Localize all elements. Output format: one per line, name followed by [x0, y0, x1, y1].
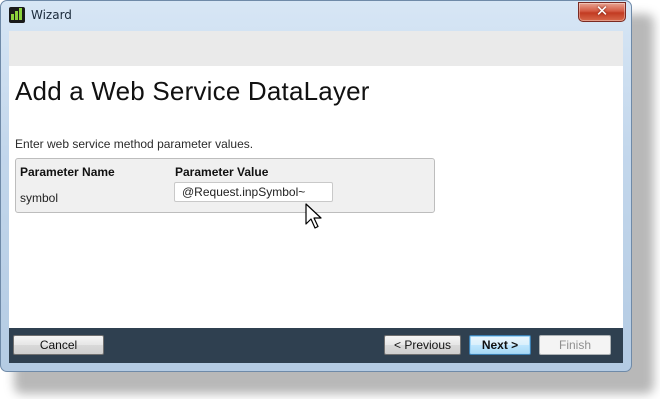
previous-button[interactable]: < Previous	[384, 335, 461, 355]
wizard-content: Add a Web Service DataLayer Enter web se…	[9, 31, 623, 363]
close-icon: ✕	[595, 2, 609, 20]
window-title: Wizard	[31, 8, 72, 22]
finish-button: Finish	[539, 335, 611, 355]
header-banner	[9, 31, 623, 66]
parameter-value-input[interactable]	[174, 182, 333, 202]
wizard-window: Wizard ✕ Add a Web Service DataLayer Ent…	[0, 0, 632, 372]
column-header-parameter-name: Parameter Name	[20, 165, 115, 179]
instruction-text: Enter web service method parameter value…	[15, 137, 254, 151]
mouse-pointer-icon	[305, 203, 322, 229]
app-bar-chart-icon	[9, 7, 25, 23]
wizard-footer: Cancel < Previous Next > Finish	[9, 328, 623, 363]
parameter-name-cell: symbol	[20, 191, 59, 205]
next-button[interactable]: Next >	[469, 335, 531, 355]
title-bar[interactable]: Wizard ✕	[1, 1, 631, 30]
column-header-parameter-value: Parameter Value	[175, 165, 269, 179]
page-title: Add a Web Service DataLayer	[15, 76, 370, 106]
cancel-button[interactable]: Cancel	[13, 335, 104, 355]
parameter-table: Parameter Name Parameter Value symbol	[15, 158, 435, 213]
close-button[interactable]: ✕	[578, 2, 626, 22]
